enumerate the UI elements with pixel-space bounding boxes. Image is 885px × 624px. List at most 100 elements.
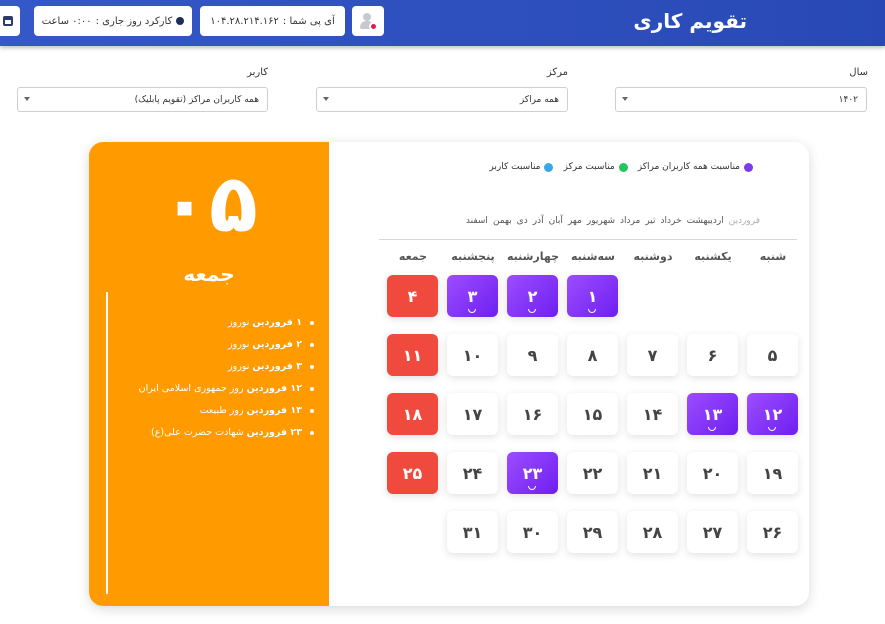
day-number: ۳ <box>467 286 478 306</box>
center-label: مرکز <box>546 67 568 78</box>
calendar-day[interactable]: ۸ <box>567 334 618 376</box>
day-number: ۲ <box>527 286 538 306</box>
month-tabs: فروردین اردیبهشت خرداد تیر مرداد شهریور مهر آبا… <box>466 216 760 226</box>
calendar-button[interactable] <box>0 6 20 36</box>
month-tab[interactable]: اردیبهشت <box>687 216 724 226</box>
event-item: ۱۲ فروردین روز جمهوری اسلامی ایران <box>114 378 314 400</box>
day-number: ۶ <box>707 345 718 365</box>
year-select[interactable]: ۱۴۰۲ <box>615 87 867 112</box>
legend-label: مناسبت مرکز <box>563 162 615 172</box>
month-tab[interactable]: مرداد <box>620 216 640 226</box>
user-select[interactable]: همه کاربران مراکز (تقویم پابلیک) <box>17 87 268 112</box>
legend-item: مناسبت کاربر <box>489 162 554 172</box>
weekday-header: یکشنبه <box>694 250 732 263</box>
month-tab[interactable]: تیر <box>645 216 655 226</box>
day-number: ۱۱ <box>402 345 423 365</box>
user-avatar-icon <box>358 11 378 31</box>
ip-box: آی پی شما : ۱۰۴.۲۸.۲۱۴.۱۶۲ <box>200 6 345 36</box>
calendar-day[interactable]: ۲۷ <box>687 511 738 553</box>
status-dot-icon <box>176 17 185 25</box>
calendar-day[interactable]: ۴ <box>387 275 438 317</box>
user-label: کاربر <box>247 67 268 78</box>
calendar-day[interactable]: ۲۳ <box>507 452 558 494</box>
calendar-day[interactable]: ۹ <box>507 334 558 376</box>
day-number: ۱ <box>587 286 598 306</box>
event-title: شهادت حضرت علی(ع) <box>151 427 247 438</box>
legend-dot-icon <box>544 162 554 172</box>
selected-day-panel: ۰۵ جمعه ۱ فروردین نوروز ۲ فروردین نوروز ۳ … <box>89 142 329 606</box>
calendar-day[interactable]: ۱۹ <box>747 452 798 494</box>
calendar-day[interactable]: ۵ <box>747 334 798 376</box>
calendar-day[interactable]: ۲۶ <box>747 511 798 553</box>
month-tab[interactable]: بهمن <box>493 216 512 226</box>
month-tab[interactable]: خرداد <box>661 216 682 226</box>
ip-label: آی پی شما : <box>282 15 335 27</box>
user-select-value: همه کاربران مراکز (تقویم پابلیک) <box>134 94 259 105</box>
app-header: تقویم کاری کارکرد روز جاری : ۰:۰۰ ساعت آ… <box>0 0 885 46</box>
chevron-down-icon <box>24 97 30 101</box>
calendar-day[interactable]: ۱۰ <box>447 334 498 376</box>
calendar-day[interactable]: ۱۸ <box>387 393 438 435</box>
notification-badge <box>369 22 378 31</box>
day-number: ۱۷ <box>462 404 483 424</box>
holiday-mark-icon <box>708 427 716 431</box>
month-tab[interactable]: اسفند <box>466 216 488 226</box>
day-number: ۱۴ <box>642 404 663 424</box>
calendar-day[interactable]: ۳ <box>447 275 498 317</box>
calendar-day[interactable]: ۶ <box>687 334 738 376</box>
calendar-day[interactable]: ۳۱ <box>447 511 498 553</box>
calendar-day[interactable]: ۱۲ <box>747 393 798 435</box>
month-tab[interactable]: شهریور <box>587 216 615 226</box>
calendar-day[interactable]: ۱ <box>567 275 618 317</box>
day-number: ۱۰ <box>462 345 483 365</box>
calendar-day[interactable]: ۲۴ <box>447 452 498 494</box>
event-title: نوروز <box>228 339 253 350</box>
month-tab[interactable]: فروردین <box>729 216 760 226</box>
calendar-day[interactable]: ۲۱ <box>627 452 678 494</box>
calendar-day[interactable]: ۲۸ <box>627 511 678 553</box>
center-select[interactable]: همه مراکز <box>316 87 568 112</box>
event-item: ۲ فروردین نوروز <box>114 334 314 356</box>
event-date: ۱ فروردین <box>252 317 302 328</box>
calendar-day[interactable]: ۱۷ <box>447 393 498 435</box>
weekday-header: سه‌شنبه <box>571 250 615 263</box>
work-time-value: ۰:۰۰ ساعت <box>41 15 92 27</box>
calendar-day[interactable]: ۱۱ <box>387 334 438 376</box>
day-number: ۸ <box>587 345 598 365</box>
month-tab[interactable]: دی <box>517 216 528 226</box>
day-number: ۲۱ <box>642 463 663 483</box>
calendar-day[interactable]: ۲ <box>507 275 558 317</box>
day-number: ۹ <box>527 345 538 365</box>
calendar-day[interactable]: ۱۳ <box>687 393 738 435</box>
day-number: ۲۵ <box>402 463 423 483</box>
calendar-day[interactable]: ۱۵ <box>567 393 618 435</box>
event-title: روز طبیعت <box>199 405 247 416</box>
divider <box>106 292 108 594</box>
calendar-day[interactable]: ۲۹ <box>567 511 618 553</box>
day-number: ۲۹ <box>582 522 603 542</box>
weekday-header: شنبه <box>759 250 787 263</box>
calendar-day[interactable]: ۷ <box>627 334 678 376</box>
page-title: تقویم کاری <box>633 9 747 33</box>
day-number: ۲۴ <box>462 463 483 483</box>
calendar-day[interactable]: ۱۶ <box>507 393 558 435</box>
month-tab[interactable]: آذر <box>533 216 544 226</box>
month-tab[interactable]: آبان <box>549 216 563 226</box>
user-avatar-button[interactable] <box>352 6 384 36</box>
calendar-day[interactable]: ۲۵ <box>387 452 438 494</box>
event-date: ۳ فروردین <box>252 361 302 372</box>
day-number: ۱۹ <box>762 463 783 483</box>
work-time-label: کارکرد روز جاری : <box>95 15 173 27</box>
events-list: ۱ فروردین نوروز ۲ فروردین نوروز ۳ فروردین … <box>114 312 314 444</box>
day-number: ۲۸ <box>642 522 663 542</box>
event-date: ۲۳ فروردین <box>246 427 302 438</box>
event-title: نوروز <box>228 361 253 372</box>
calendar-day[interactable]: ۲۲ <box>567 452 618 494</box>
day-number: ۵ <box>767 345 778 365</box>
calendar-day[interactable]: ۱۴ <box>627 393 678 435</box>
calendar-day[interactable]: ۲۰ <box>687 452 738 494</box>
work-time-box: کارکرد روز جاری : ۰:۰۰ ساعت <box>34 6 192 36</box>
month-tab[interactable]: مهر <box>568 216 582 226</box>
legend-item: مناسبت مرکز <box>563 162 628 172</box>
calendar-day[interactable]: ۳۰ <box>507 511 558 553</box>
